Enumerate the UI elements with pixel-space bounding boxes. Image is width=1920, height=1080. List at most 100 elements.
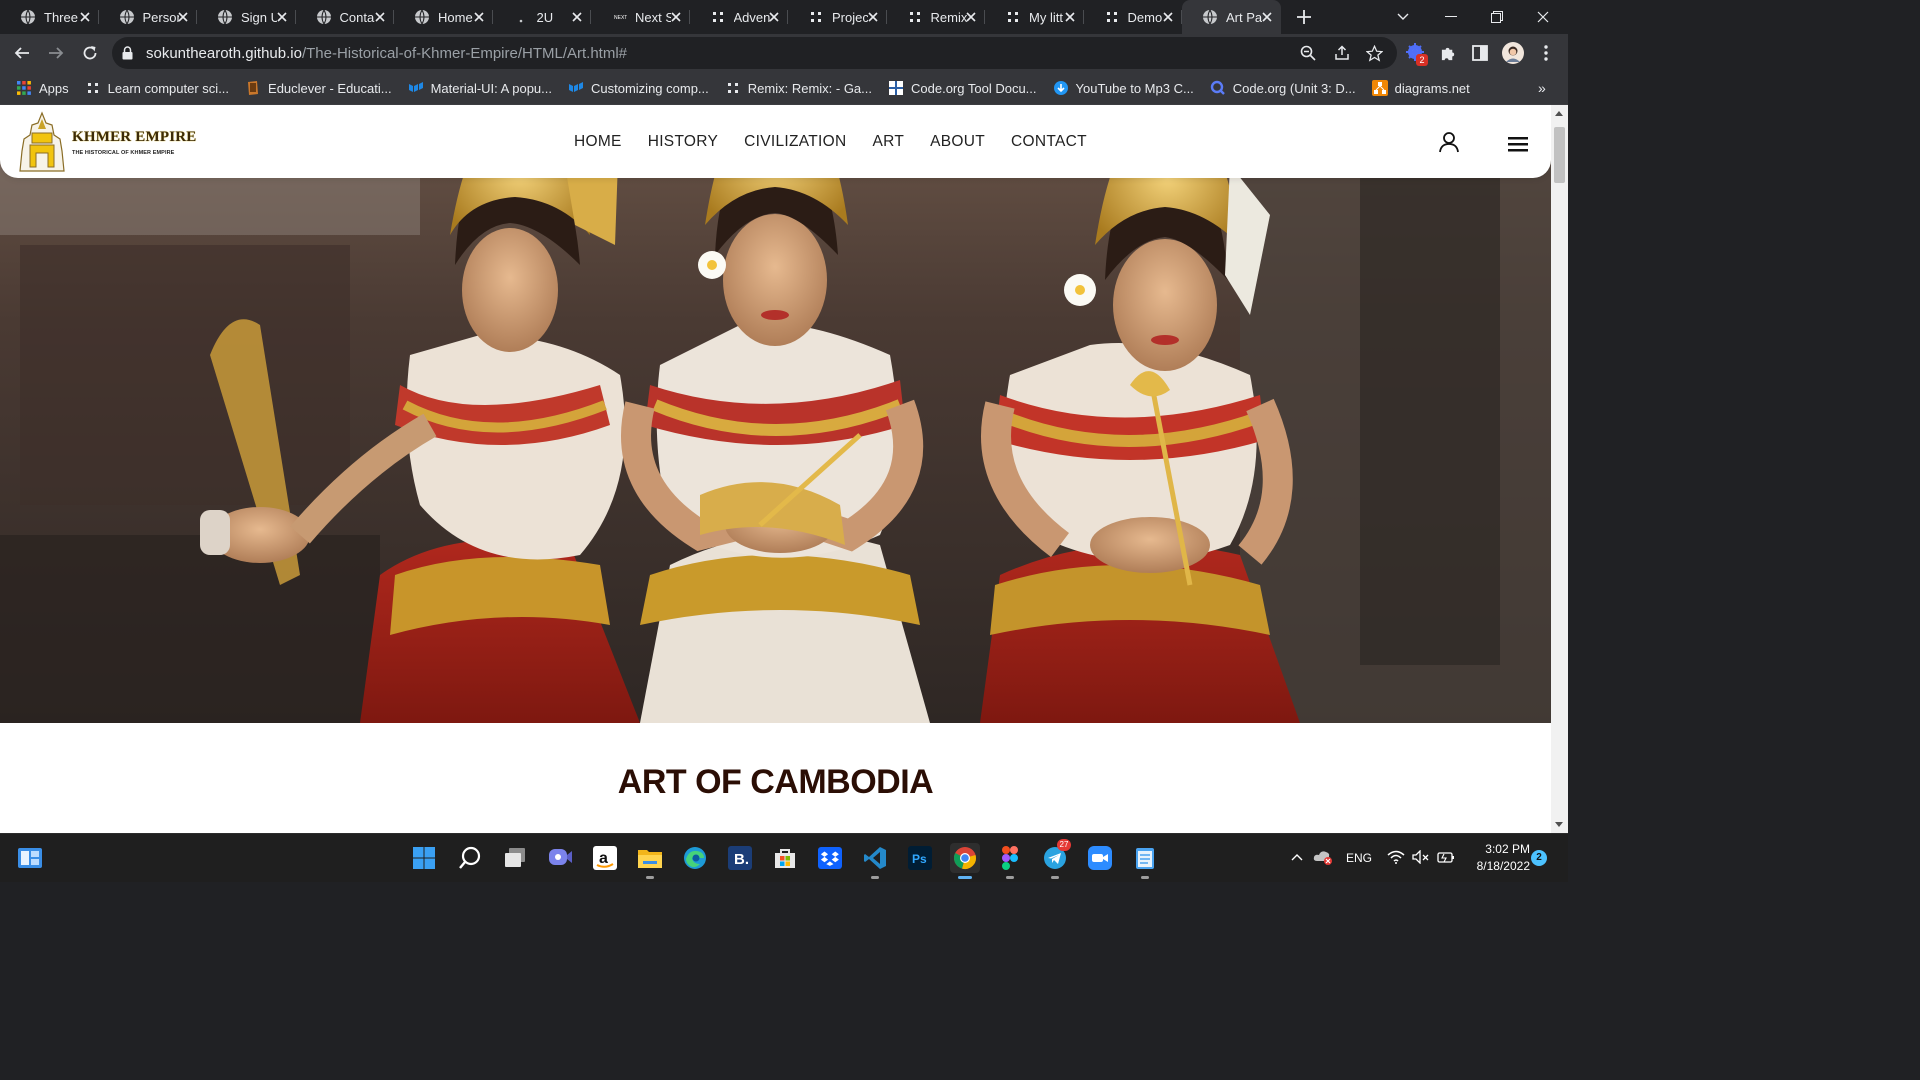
page-scrollbar[interactable] [1551,105,1568,833]
bookmark-diagrams-net[interactable]: diagrams.net [1371,80,1470,96]
nav-about[interactable]: ABOUT [930,133,985,151]
puzzle-extensions-icon[interactable] [1436,41,1460,65]
scroll-down-icon[interactable] [1555,822,1563,827]
clock-date[interactable]: 8/18/2022 [1464,859,1530,873]
onedrive-icon[interactable] [1313,849,1333,865]
edge-icon[interactable] [681,844,709,872]
tab[interactable]: Person [99,0,198,34]
close-tab-icon[interactable] [77,9,93,25]
scroll-up-icon[interactable] [1555,111,1563,116]
close-tab-icon[interactable] [175,9,191,25]
bookmark-code-org-unit-3-d[interactable]: Code.org (Unit 3: D... [1210,80,1356,96]
bookmark-educlever-educati[interactable]: Educlever - Educati... [245,80,392,96]
notepad-icon[interactable] [1131,844,1159,879]
nav-art[interactable]: ART [873,133,905,151]
dropbox-icon[interactable] [816,844,844,872]
close-tab-icon[interactable] [372,9,388,25]
hamburger-menu-icon[interactable] [1508,135,1528,153]
tab[interactable]: 2U [493,0,592,34]
zoom-app-icon[interactable] [1086,844,1114,872]
close-window-button[interactable] [1520,0,1566,34]
bookmark-code-org-tool-docu[interactable]: Code.org Tool Docu... [888,80,1037,96]
more-bookmarks-icon[interactable]: » [1538,80,1546,96]
mui-icon [408,80,424,96]
nav-history[interactable]: HISTORY [648,133,718,151]
microsoft-store-icon[interactable] [771,844,799,872]
language-indicator[interactable]: ENG [1346,851,1372,865]
tab[interactable]: My litt [985,0,1084,34]
close-tab-icon[interactable] [569,9,585,25]
bookmark-youtube-to-mp3-c[interactable]: YouTube to Mp3 C... [1053,80,1194,96]
scrollbar-thumb[interactable] [1554,127,1565,183]
tab-label: Art Pa [1226,9,1262,25]
teams-chat-icon[interactable] [546,844,574,872]
nav-contact[interactable]: CONTACT [1011,133,1087,151]
notification-badge[interactable]: 2 [1531,850,1547,866]
chevron-up-icon[interactable] [1291,853,1303,861]
close-tab-icon[interactable] [1259,9,1275,25]
forward-button[interactable] [40,37,72,69]
logo-subtitle: THE HISTORICAL OF KHMER EMPIRE [72,149,175,156]
bookmark-label: Material-UI: A popu... [430,80,552,96]
minimize-button[interactable] [1428,0,1474,34]
close-tab-icon[interactable] [963,9,979,25]
side-panel-icon[interactable] [1468,41,1492,65]
extension-icon[interactable]: 2 [1404,41,1428,66]
nav-civilization[interactable]: CIVILIZATION [744,133,846,151]
widgets-icon[interactable] [16,844,44,872]
bookmark-apps[interactable]: Apps [16,80,69,96]
battery-icon[interactable] [1437,850,1455,864]
close-tab-icon[interactable] [274,9,290,25]
close-tab-icon[interactable] [766,9,782,25]
user-icon[interactable] [1438,131,1460,153]
tab[interactable]: Demo [1084,0,1183,34]
tab[interactable]: Sign U [197,0,296,34]
reload-button[interactable] [74,37,106,69]
bookmark-remix-remix-ga[interactable]: Remix: Remix: - Ga... [725,80,872,96]
chrome-menu-icon[interactable] [1534,41,1558,65]
tab-active[interactable]: Art Pa [1182,0,1281,34]
speaker-muted-icon[interactable] [1412,850,1430,864]
task-view-icon[interactable] [501,844,529,872]
wifi-icon[interactable] [1387,850,1405,864]
start-icon[interactable] [410,844,438,872]
telegram-icon[interactable]: 27 [1041,839,1071,879]
site-navbar: KHMER EMPIRE THE HISTORICAL OF KHMER EMP… [0,105,1551,178]
tab-search-button[interactable] [1380,0,1426,34]
bookmark-customizing-comp[interactable]: Customizing comp... [568,80,709,96]
search-icon[interactable] [456,844,484,872]
close-tab-icon[interactable] [1062,9,1078,25]
restore-button[interactable] [1474,0,1520,34]
close-tab-icon[interactable] [668,9,684,25]
tab[interactable]: Three [0,0,99,34]
zoom-icon[interactable] [1296,41,1320,65]
tab[interactable]: NEXT Next S [591,0,690,34]
clock-time[interactable]: 3:02 PM [1470,842,1530,856]
back-button[interactable] [6,37,38,69]
nav-home[interactable]: HOME [574,133,622,151]
tab-label: Person [142,9,179,25]
tab[interactable]: Remix [887,0,986,34]
close-tab-icon[interactable] [471,9,487,25]
new-tab-button[interactable] [1289,2,1319,32]
address-bar[interactable]: sokunthearoth.github.io/The-Historical-o… [112,37,1397,69]
amazon-icon[interactable]: a [591,844,619,872]
tab[interactable]: Home [394,0,493,34]
profile-avatar[interactable] [1501,41,1525,65]
figma-icon[interactable] [996,844,1024,879]
tab[interactable]: Conta [296,0,395,34]
file-explorer-icon[interactable] [636,844,664,879]
chrome-icon[interactable] [950,843,980,879]
share-icon[interactable] [1330,41,1354,65]
bookmark-learn-computer-sci[interactable]: Learn computer sci... [85,80,229,96]
bookmark-material-ui-a-popu[interactable]: Material-UI: A popu... [408,80,552,96]
close-tab-icon[interactable] [865,9,881,25]
tab[interactable]: Projec [788,0,887,34]
tab[interactable]: Adven [690,0,789,34]
vscode-icon[interactable] [861,844,889,879]
bookmark-star-icon[interactable] [1362,41,1386,65]
photoshop-icon[interactable]: Ps [906,844,934,872]
close-tab-icon[interactable] [1160,9,1176,25]
booking-icon[interactable]: B. [726,844,754,872]
site-logo[interactable]: KHMER EMPIRE THE HISTORICAL OF KHMER EMP… [18,111,196,173]
